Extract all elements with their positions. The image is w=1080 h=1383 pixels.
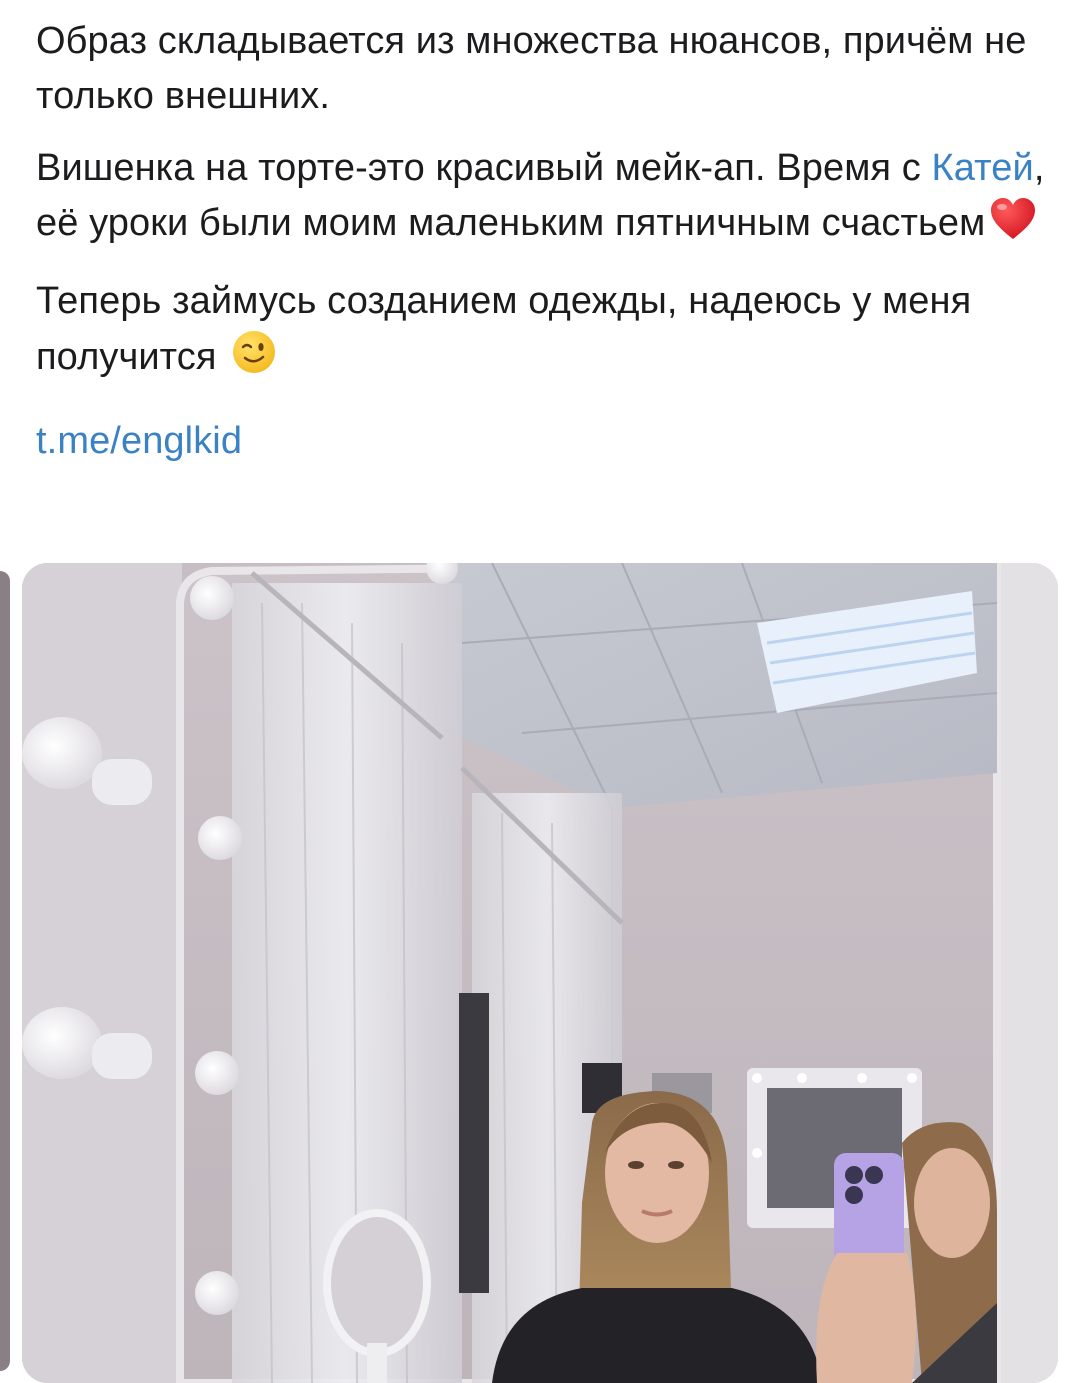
mirror-selfie-photo: [22, 563, 1058, 1383]
paragraph-1-text: Образ складывается из множества нюансов,…: [36, 20, 1027, 117]
winking-face-emoji-icon: [231, 329, 277, 391]
paragraph-2-text-start: Вишенка на торте-это красивый мейк-ап. В…: [36, 147, 932, 189]
post-photo[interactable]: [22, 563, 1058, 1383]
post-paragraph-2: Вишенка на торте-это красивый мейк-ап. В…: [36, 141, 1056, 257]
post-link[interactable]: t.me/englkid: [36, 420, 242, 462]
post-paragraph-3: Теперь займусь созданием одежды, надеюсь…: [36, 274, 1056, 391]
red-heart-emoji-icon: [989, 197, 1037, 257]
mention-link[interactable]: Катей: [932, 147, 1034, 189]
post-text: Образ складывается из множества нюансов,…: [36, 14, 1056, 486]
post-paragraph-1: Образ складывается из множества нюансов,…: [36, 14, 1056, 124]
paragraph-3-text: Теперь займусь созданием одежды, надеюсь…: [36, 280, 972, 378]
post-link-row: t.me/englkid: [36, 414, 1056, 469]
previous-media-edge[interactable]: [0, 571, 10, 1371]
